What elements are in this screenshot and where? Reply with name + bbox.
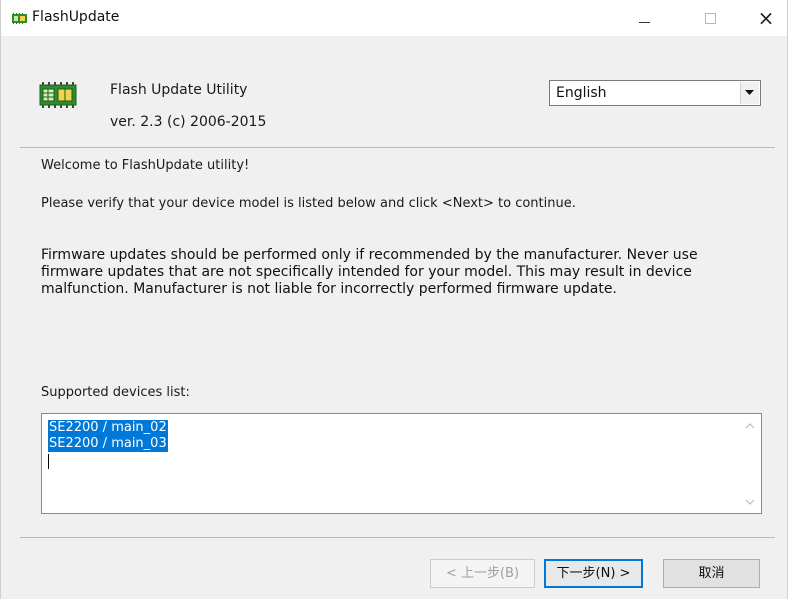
- back-button[interactable]: < 上一步(B): [430, 559, 535, 588]
- minimize-icon: [639, 22, 650, 23]
- scroll-up-arrow-icon[interactable]: [744, 420, 756, 432]
- device-list-item[interactable]: SE2200 / main_03: [48, 436, 168, 452]
- product-name: Flash Update Utility: [110, 82, 248, 98]
- maximize-icon: [705, 13, 716, 24]
- supported-devices-label: Supported devices list:: [41, 385, 190, 400]
- language-dropdown-button[interactable]: [740, 82, 759, 104]
- close-icon: ×: [757, 6, 775, 30]
- close-button[interactable]: ×: [743, 0, 788, 36]
- verify-instruction: Please verify that your device model is …: [41, 196, 576, 211]
- flashupdate-window: FlashUpdate × Flash Update Utility ver. …: [0, 0, 788, 599]
- language-select[interactable]: English: [549, 80, 761, 106]
- circuit-board-icon: [39, 82, 77, 108]
- minimize-button[interactable]: [621, 0, 667, 36]
- cancel-button[interactable]: 取消: [663, 559, 760, 588]
- header-divider: [20, 147, 775, 148]
- footer-divider: [20, 537, 775, 538]
- window-title: FlashUpdate: [32, 9, 120, 25]
- language-selected-value: English: [556, 85, 607, 101]
- firmware-warning: Firmware updates should be performed onl…: [41, 247, 698, 297]
- maximize-button[interactable]: [687, 0, 733, 36]
- dropdown-arrow-icon: [745, 90, 754, 95]
- welcome-text: Welcome to FlashUpdate utility!: [41, 158, 250, 173]
- text-caret: [48, 454, 49, 469]
- device-list-item[interactable]: SE2200 / main_02: [48, 420, 168, 436]
- next-button[interactable]: 下一步(N) >: [544, 559, 643, 588]
- scroll-down-arrow-icon[interactable]: [744, 496, 756, 508]
- title-bar: FlashUpdate ×: [1, 0, 787, 36]
- supported-devices-list[interactable]: SE2200 / main_02 SE2200 / main_03: [41, 413, 762, 514]
- product-version: ver. 2.3 (c) 2006-2015: [110, 114, 267, 130]
- chip-icon: [12, 13, 27, 24]
